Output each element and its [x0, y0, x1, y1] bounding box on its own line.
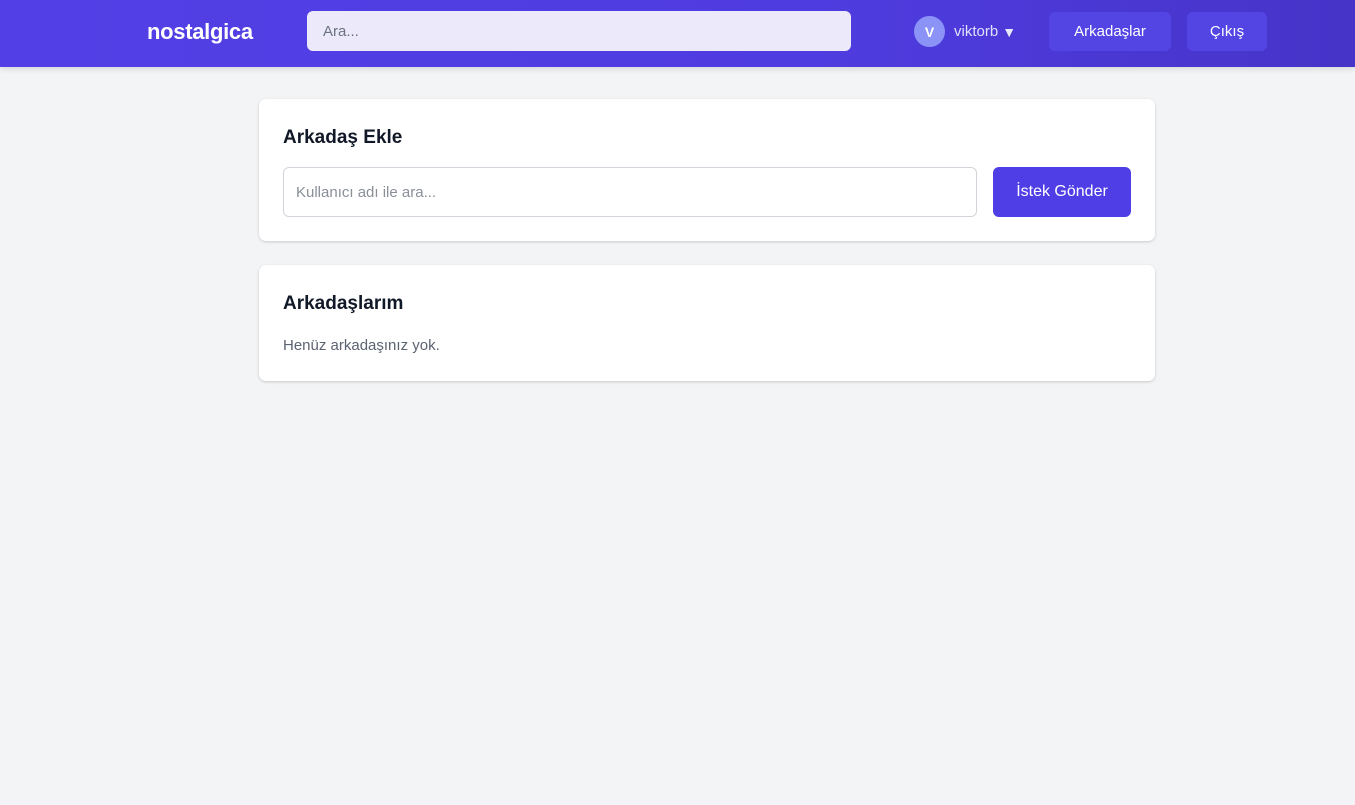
username-search-input[interactable]: [283, 167, 977, 217]
friends-list-title: Arkadaşlarım: [283, 293, 404, 314]
add-friend-title: Arkadaş Ekle: [283, 127, 403, 148]
logout-button[interactable]: Çıkış: [1187, 12, 1267, 51]
friends-list-card: Arkadaşlarım Henüz arkadaşınız yok.: [259, 265, 1155, 381]
top-navbar: nostalgica V viktorb ▼ Arkadaşlar Çıkış: [0, 0, 1355, 67]
avatar: V: [914, 16, 945, 47]
send-request-button[interactable]: İstek Gönder: [993, 167, 1131, 217]
search-input[interactable]: [307, 11, 851, 51]
friends-button[interactable]: Arkadaşlar: [1049, 12, 1171, 51]
chevron-down-icon: ▼: [1002, 23, 1017, 40]
username-label: viktorb: [954, 23, 999, 40]
user-menu[interactable]: V viktorb ▼: [914, 16, 1016, 47]
add-friend-card: Arkadaş Ekle İstek Gönder: [259, 99, 1155, 241]
empty-friends-message: Henüz arkadaşınız yok.: [283, 337, 440, 354]
brand-logo[interactable]: nostalgica: [147, 19, 253, 45]
